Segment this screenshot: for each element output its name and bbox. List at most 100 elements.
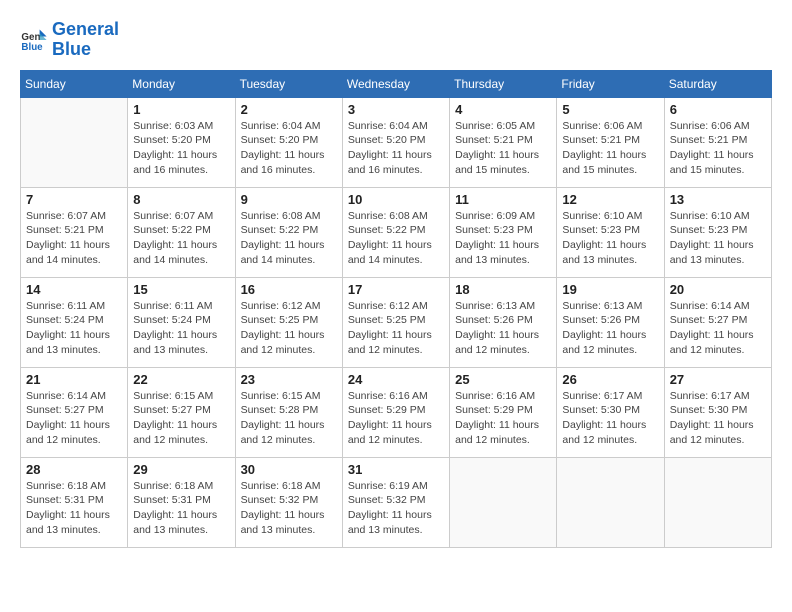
logo-text-line2: Blue (52, 40, 119, 60)
day-number: 22 (133, 372, 229, 387)
day-info: Sunrise: 6:10 AMSunset: 5:23 PMDaylight:… (670, 209, 766, 268)
day-number: 21 (26, 372, 122, 387)
day-info: Sunrise: 6:15 AMSunset: 5:28 PMDaylight:… (241, 389, 337, 448)
day-number: 16 (241, 282, 337, 297)
calendar-cell: 19 Sunrise: 6:13 AMSunset: 5:26 PMDayligh… (557, 277, 664, 367)
day-number: 27 (670, 372, 766, 387)
header-friday: Friday (557, 70, 664, 97)
week-row-3: 14 Sunrise: 6:11 AMSunset: 5:24 PMDayligh… (21, 277, 772, 367)
day-info: Sunrise: 6:12 AMSunset: 5:25 PMDaylight:… (348, 299, 444, 358)
day-number: 15 (133, 282, 229, 297)
calendar-cell: 9 Sunrise: 6:08 AMSunset: 5:22 PMDaylight… (235, 187, 342, 277)
header-sunday: Sunday (21, 70, 128, 97)
day-info: Sunrise: 6:04 AMSunset: 5:20 PMDaylight:… (348, 119, 444, 178)
header-wednesday: Wednesday (342, 70, 449, 97)
day-info: Sunrise: 6:16 AMSunset: 5:29 PMDaylight:… (348, 389, 444, 448)
day-info: Sunrise: 6:14 AMSunset: 5:27 PMDaylight:… (26, 389, 122, 448)
logo-text-line1: General (52, 20, 119, 40)
day-number: 30 (241, 462, 337, 477)
calendar-cell: 2 Sunrise: 6:04 AMSunset: 5:20 PMDaylight… (235, 97, 342, 187)
header-thursday: Thursday (450, 70, 557, 97)
calendar-cell: 27 Sunrise: 6:17 AMSunset: 5:30 PMDayligh… (664, 367, 771, 457)
day-number: 25 (455, 372, 551, 387)
day-number: 2 (241, 102, 337, 117)
day-info: Sunrise: 6:07 AMSunset: 5:22 PMDaylight:… (133, 209, 229, 268)
calendar-table: SundayMondayTuesdayWednesdayThursdayFrid… (20, 70, 772, 548)
calendar-cell: 21 Sunrise: 6:14 AMSunset: 5:27 PMDayligh… (21, 367, 128, 457)
day-info: Sunrise: 6:12 AMSunset: 5:25 PMDaylight:… (241, 299, 337, 358)
day-info: Sunrise: 6:03 AMSunset: 5:20 PMDaylight:… (133, 119, 229, 178)
day-info: Sunrise: 6:18 AMSunset: 5:31 PMDaylight:… (26, 479, 122, 538)
day-info: Sunrise: 6:13 AMSunset: 5:26 PMDaylight:… (455, 299, 551, 358)
header-tuesday: Tuesday (235, 70, 342, 97)
calendar-cell: 20Sunrise: 6:14 AMSunset: 5:27 PMDayligh… (664, 277, 771, 367)
calendar-cell: 18 Sunrise: 6:13 AMSunset: 5:26 PMDayligh… (450, 277, 557, 367)
day-number: 8 (133, 192, 229, 207)
day-number: 19 (562, 282, 658, 297)
day-info: Sunrise: 6:08 AMSunset: 5:22 PMDaylight:… (348, 209, 444, 268)
calendar-cell: 30 Sunrise: 6:18 AMSunset: 5:32 PMDayligh… (235, 457, 342, 547)
day-number: 24 (348, 372, 444, 387)
day-info: Sunrise: 6:05 AMSunset: 5:21 PMDaylight:… (455, 119, 551, 178)
week-row-5: 28 Sunrise: 6:18 AMSunset: 5:31 PMDayligh… (21, 457, 772, 547)
calendar-cell: 22 Sunrise: 6:15 AMSunset: 5:27 PMDayligh… (128, 367, 235, 457)
day-number: 1 (133, 102, 229, 117)
calendar-cell: 4Sunrise: 6:05 AMSunset: 5:21 PMDaylight… (450, 97, 557, 187)
calendar-cell: 8 Sunrise: 6:07 AMSunset: 5:22 PMDaylight… (128, 187, 235, 277)
week-row-2: 7 Sunrise: 6:07 AMSunset: 5:21 PMDaylight… (21, 187, 772, 277)
calendar-cell: 3Sunrise: 6:04 AMSunset: 5:20 PMDaylight… (342, 97, 449, 187)
calendar-cell: 31 Sunrise: 6:19 AMSunset: 5:32 PMDayligh… (342, 457, 449, 547)
svg-text:Blue: Blue (21, 42, 43, 53)
calendar-cell (21, 97, 128, 187)
day-number: 6 (670, 102, 766, 117)
day-info: Sunrise: 6:17 AMSunset: 5:30 PMDaylight:… (562, 389, 658, 448)
day-info: Sunrise: 6:18 AMSunset: 5:32 PMDaylight:… (241, 479, 337, 538)
calendar-cell: 23Sunrise: 6:15 AMSunset: 5:28 PMDayligh… (235, 367, 342, 457)
calendar-cell: 17 Sunrise: 6:12 AMSunset: 5:25 PMDayligh… (342, 277, 449, 367)
day-number: 17 (348, 282, 444, 297)
day-info: Sunrise: 6:17 AMSunset: 5:30 PMDaylight:… (670, 389, 766, 448)
calendar-cell: 14 Sunrise: 6:11 AMSunset: 5:24 PMDayligh… (21, 277, 128, 367)
day-number: 18 (455, 282, 551, 297)
day-info: Sunrise: 6:11 AMSunset: 5:24 PMDaylight:… (133, 299, 229, 358)
day-info: Sunrise: 6:09 AMSunset: 5:23 PMDaylight:… (455, 209, 551, 268)
calendar-cell: 24 Sunrise: 6:16 AMSunset: 5:29 PMDayligh… (342, 367, 449, 457)
day-number: 9 (241, 192, 337, 207)
calendar-cell: 29Sunrise: 6:18 AMSunset: 5:31 PMDayligh… (128, 457, 235, 547)
calendar-cell: 5Sunrise: 6:06 AMSunset: 5:21 PMDaylight… (557, 97, 664, 187)
day-info: Sunrise: 6:16 AMSunset: 5:29 PMDaylight:… (455, 389, 551, 448)
day-info: Sunrise: 6:08 AMSunset: 5:22 PMDaylight:… (241, 209, 337, 268)
calendar-cell: 13Sunrise: 6:10 AMSunset: 5:23 PMDayligh… (664, 187, 771, 277)
calendar-cell: 25 Sunrise: 6:16 AMSunset: 5:29 PMDayligh… (450, 367, 557, 457)
day-number: 7 (26, 192, 122, 207)
day-info: Sunrise: 6:18 AMSunset: 5:31 PMDaylight:… (133, 479, 229, 538)
header-saturday: Saturday (664, 70, 771, 97)
calendar-cell: 6Sunrise: 6:06 AMSunset: 5:21 PMDaylight… (664, 97, 771, 187)
day-number: 31 (348, 462, 444, 477)
calendar-cell: 16 Sunrise: 6:12 AMSunset: 5:25 PMDayligh… (235, 277, 342, 367)
calendar-cell: 7 Sunrise: 6:07 AMSunset: 5:21 PMDaylight… (21, 187, 128, 277)
logo-icon: Gen Blue (20, 26, 48, 54)
calendar-cell: 26 Sunrise: 6:17 AMSunset: 5:30 PMDayligh… (557, 367, 664, 457)
day-info: Sunrise: 6:10 AMSunset: 5:23 PMDaylight:… (562, 209, 658, 268)
day-info: Sunrise: 6:07 AMSunset: 5:21 PMDaylight:… (26, 209, 122, 268)
week-row-1: 1 Sunrise: 6:03 AMSunset: 5:20 PMDaylight… (21, 97, 772, 187)
day-info: Sunrise: 6:13 AMSunset: 5:26 PMDaylight:… (562, 299, 658, 358)
day-number: 12 (562, 192, 658, 207)
day-number: 28 (26, 462, 122, 477)
day-info: Sunrise: 6:11 AMSunset: 5:24 PMDaylight:… (26, 299, 122, 358)
logo: Gen Blue General Blue (20, 20, 119, 60)
week-row-4: 21 Sunrise: 6:14 AMSunset: 5:27 PMDayligh… (21, 367, 772, 457)
day-info: Sunrise: 6:19 AMSunset: 5:32 PMDaylight:… (348, 479, 444, 538)
day-number: 26 (562, 372, 658, 387)
calendar-cell: 1 Sunrise: 6:03 AMSunset: 5:20 PMDaylight… (128, 97, 235, 187)
day-number: 10 (348, 192, 444, 207)
day-info: Sunrise: 6:15 AMSunset: 5:27 PMDaylight:… (133, 389, 229, 448)
calendar-cell: 28 Sunrise: 6:18 AMSunset: 5:31 PMDayligh… (21, 457, 128, 547)
calendar-cell: 11Sunrise: 6:09 AMSunset: 5:23 PMDayligh… (450, 187, 557, 277)
day-info: Sunrise: 6:04 AMSunset: 5:20 PMDaylight:… (241, 119, 337, 178)
calendar-cell: 15 Sunrise: 6:11 AMSunset: 5:24 PMDayligh… (128, 277, 235, 367)
day-number: 14 (26, 282, 122, 297)
calendar-cell (450, 457, 557, 547)
calendar-cell: 12 Sunrise: 6:10 AMSunset: 5:23 PMDayligh… (557, 187, 664, 277)
